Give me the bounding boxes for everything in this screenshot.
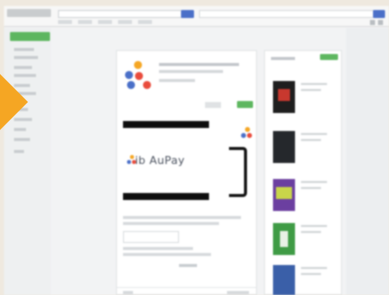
description-line xyxy=(123,253,211,256)
similar-app-meta xyxy=(301,187,321,189)
tab-4[interactable] xyxy=(118,20,132,24)
tab-1[interactable] xyxy=(58,20,72,24)
address-field[interactable] xyxy=(199,10,381,18)
similar-app-meta xyxy=(301,139,321,141)
arrow-pointer-icon xyxy=(0,74,28,130)
search-input[interactable] xyxy=(58,10,182,18)
sidebar-item[interactable] xyxy=(14,150,24,153)
similar-app-title[interactable] xyxy=(301,133,327,135)
redaction-bar xyxy=(123,193,209,200)
description-line xyxy=(123,247,193,250)
store-logo[interactable] xyxy=(7,9,51,17)
footer-item[interactable] xyxy=(227,291,249,294)
sidebar-item[interactable] xyxy=(14,56,38,59)
search-button[interactable] xyxy=(181,10,194,18)
app-logo-icon xyxy=(125,61,151,91)
card-divider xyxy=(117,287,256,288)
grid-icon[interactable] xyxy=(370,20,375,25)
top-bar xyxy=(4,6,389,27)
similar-app-thumbnail[interactable] xyxy=(273,179,295,211)
similar-apps-heading xyxy=(271,57,295,60)
category-tabs xyxy=(58,20,152,26)
right-margin xyxy=(346,28,389,295)
footer-item[interactable] xyxy=(123,291,133,294)
tab-3[interactable] xyxy=(98,20,112,24)
corner-icons xyxy=(370,20,383,25)
app-title xyxy=(159,63,239,66)
see-more-button[interactable] xyxy=(320,54,338,60)
settings-icon[interactable] xyxy=(378,20,383,25)
similar-app-meta xyxy=(301,89,321,91)
screenshot-text: ib AuPay xyxy=(135,154,185,167)
description-line xyxy=(123,216,241,219)
similar-app-thumbnail[interactable] xyxy=(273,131,295,163)
app-detail-card: ib AuPay xyxy=(116,50,257,295)
similar-apps-column xyxy=(264,50,342,295)
wishlist-button[interactable] xyxy=(205,102,221,108)
redaction-bar xyxy=(123,121,209,128)
sidebar-item[interactable] xyxy=(14,48,34,51)
description-line xyxy=(123,222,219,225)
browser-screen: ib AuPay xyxy=(4,6,389,295)
similar-app-thumbnail[interactable] xyxy=(273,81,295,113)
similar-app-title[interactable] xyxy=(301,267,327,269)
similar-app-title[interactable] xyxy=(301,225,327,227)
similar-app-meta xyxy=(301,273,321,275)
screenshot-logo-icon xyxy=(241,127,253,141)
info-box xyxy=(123,231,179,243)
read-more-link[interactable] xyxy=(179,264,197,267)
account-button[interactable] xyxy=(373,10,385,18)
tab-2[interactable] xyxy=(78,20,92,24)
app-subtitle xyxy=(159,70,223,73)
similar-app-meta xyxy=(301,231,321,233)
apps-button[interactable] xyxy=(10,32,50,41)
screenshot-phone-frame xyxy=(229,147,247,197)
tab-5[interactable] xyxy=(138,20,152,24)
similar-app-thumbnail[interactable] xyxy=(273,265,295,295)
install-button[interactable] xyxy=(237,101,253,108)
similar-app-thumbnail[interactable] xyxy=(273,223,295,255)
similar-app-title[interactable] xyxy=(301,181,327,183)
similar-app-title[interactable] xyxy=(301,83,327,85)
app-developer[interactable] xyxy=(159,79,195,82)
